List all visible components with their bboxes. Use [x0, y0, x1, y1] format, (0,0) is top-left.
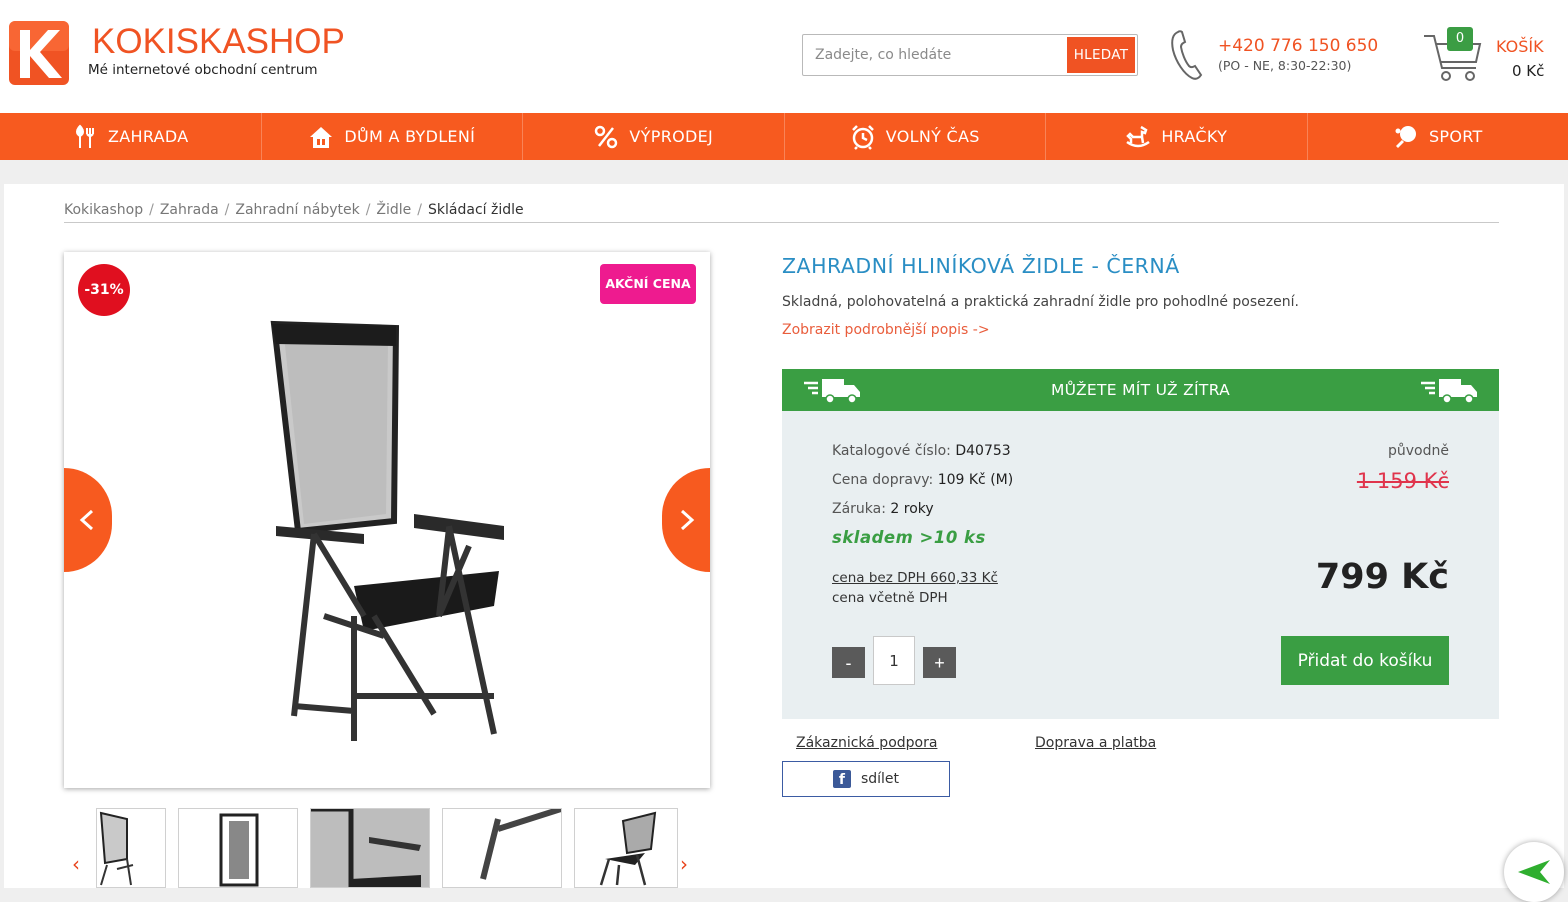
shipping-label: Cena dopravy: — [832, 472, 933, 488]
search-box: HLEDAT — [802, 34, 1138, 76]
thumbnail[interactable] — [442, 808, 562, 888]
breadcrumb-separator: / — [225, 202, 230, 218]
nav-label: HRAČKY — [1161, 127, 1227, 146]
breadcrumb-divider — [64, 222, 1499, 223]
product-title: ZAHRADNÍ HLINÍKOVÁ ŽIDLE - ČERNÁ — [782, 254, 1180, 278]
alarm-clock-icon — [850, 124, 876, 150]
catalog-label: Katalogové číslo: — [832, 443, 951, 459]
phone-number[interactable]: +420 776 150 650 — [1218, 36, 1378, 56]
nav-label: VÝPRODEJ — [629, 127, 713, 146]
logo-subtitle: Mé internetové obchodní centrum — [88, 62, 318, 78]
nav-label: VOLNÝ ČAS — [886, 127, 980, 146]
facebook-icon: f — [833, 770, 851, 788]
delivery-banner: MŮŽETE MÍT UŽ ZÍTRA — [782, 369, 1499, 411]
quantity-input[interactable] — [873, 636, 915, 685]
thumbs-prev-icon[interactable]: ‹ — [72, 852, 80, 876]
gallery-prev-button[interactable] — [64, 468, 112, 572]
arrow-left-icon — [1516, 858, 1552, 886]
rocking-horse-icon — [1125, 124, 1151, 150]
cart-count-badge: 0 — [1447, 27, 1473, 51]
price-with-vat-label: cena včetně DPH — [832, 590, 948, 606]
customer-support-link[interactable]: Zákaznická podpora — [796, 735, 937, 751]
breadcrumb-item[interactable]: Židle — [376, 202, 411, 218]
breadcrumb-separator: / — [417, 202, 422, 218]
breadcrumb-separator: / — [149, 202, 154, 218]
price-box: Katalogové číslo: D40753 Cena dopravy: 1… — [782, 411, 1499, 719]
share-label: sdílet — [861, 771, 899, 787]
product-image[interactable] — [254, 316, 554, 746]
truck-icon — [1419, 375, 1479, 405]
delivery-banner-text: MŮŽETE MÍT UŽ ZÍTRA — [1051, 381, 1230, 399]
shipping-value: 109 Kč (M) — [938, 472, 1014, 488]
current-price: 799 Kč — [1316, 557, 1449, 597]
nav-item-volny-cas[interactable]: VOLNÝ ČAS — [785, 113, 1047, 160]
product-short-description: Skladná, polohovatelná a praktická zahra… — [782, 294, 1299, 310]
warranty-label: Záruka: — [832, 501, 886, 517]
breadcrumb-item[interactable]: Zahrada — [160, 202, 219, 218]
gallery-next-button[interactable] — [662, 468, 710, 572]
warranty-value: 2 roky — [890, 501, 933, 517]
thumbs-next-icon[interactable]: › — [680, 852, 688, 876]
action-price-badge: AKČNÍ CENA — [600, 264, 696, 304]
logo-icon[interactable] — [8, 20, 70, 86]
nav-item-vyprodej[interactable]: VÝPRODEJ — [523, 113, 785, 160]
phone-hours: (PO - NE, 8:30-22:30) — [1218, 58, 1351, 73]
breadcrumb-item[interactable]: Zahradní nábytek — [235, 202, 359, 218]
stock-status: skladem >10 ks — [832, 528, 986, 547]
nav-item-hracky[interactable]: HRAČKY — [1046, 113, 1308, 160]
search-input[interactable] — [803, 35, 1065, 75]
original-price-label: původně — [1388, 443, 1449, 459]
delivery-payment-link[interactable]: Doprava a platba — [1035, 735, 1156, 751]
header: KOKISKASHOP Mé internetové obchodní cent… — [0, 0, 1568, 113]
chevron-left-icon — [76, 508, 100, 532]
main-nav: ZAHRADA DŮM A BYDLENÍ VÝPRODEJ VOLNÝ ČAS… — [0, 113, 1568, 160]
chevron-right-icon — [674, 508, 698, 532]
thumbnail-strip: ‹ › — [64, 808, 710, 888]
nav-label: SPORT — [1429, 127, 1483, 146]
thumbnail[interactable] — [310, 808, 430, 888]
add-to-cart-button[interactable]: Přidat do košíku — [1281, 636, 1449, 685]
breadcrumb: Kokikashop / Zahrada / Zahradní nábytek … — [64, 202, 524, 218]
floating-back-button[interactable] — [1504, 842, 1564, 902]
nav-label: DŮM A BYDLENÍ — [344, 127, 475, 146]
quantity-increase-button[interactable]: + — [923, 647, 956, 678]
house-icon — [308, 124, 334, 150]
phone-icon — [1168, 28, 1208, 82]
search-button[interactable]: HLEDAT — [1067, 37, 1135, 73]
price-without-vat[interactable]: cena bez DPH 660,33 Kč — [832, 570, 998, 586]
cart-total: 0 Kč — [1512, 62, 1544, 80]
nav-item-sport[interactable]: SPORT — [1308, 113, 1568, 160]
more-description-link[interactable]: Zobrazit podrobnější popis -> — [782, 322, 990, 338]
warranty: Záruka: 2 roky — [832, 501, 934, 517]
product-gallery: -31% AKČNÍ CENA — [64, 252, 710, 788]
discount-badge: -31% — [78, 264, 130, 316]
garden-tools-icon — [72, 124, 98, 150]
nav-item-zahrada[interactable]: ZAHRADA — [0, 113, 262, 160]
percent-icon — [593, 124, 619, 150]
product-page: Kokikashop / Zahrada / Zahradní nábytek … — [4, 184, 1564, 888]
thumbnail[interactable] — [178, 808, 298, 888]
breadcrumb-current: Skládací židle — [428, 202, 524, 218]
catalog-number: Katalogové číslo: D40753 — [832, 443, 1011, 459]
nav-label: ZAHRADA — [108, 127, 188, 146]
thumbnail[interactable] — [574, 808, 678, 888]
cart-label[interactable]: KOŠÍK — [1496, 37, 1544, 56]
catalog-value: D40753 — [955, 443, 1010, 459]
quantity-decrease-button[interactable]: - — [832, 647, 865, 678]
original-price: 1 159 Kč — [1357, 469, 1449, 493]
nav-item-dum-a-bydleni[interactable]: DŮM A BYDLENÍ — [262, 113, 524, 160]
shipping-price: Cena dopravy: 109 Kč (M) — [832, 472, 1013, 488]
ping-pong-icon — [1393, 124, 1419, 150]
breadcrumb-item[interactable]: Kokikashop — [64, 202, 143, 218]
thumbnail[interactable] — [96, 808, 166, 888]
logo-title[interactable]: KOKISKASHOP — [92, 22, 345, 62]
facebook-share-button[interactable]: f sdílet — [782, 761, 950, 797]
truck-icon — [802, 375, 862, 405]
breadcrumb-separator: / — [366, 202, 371, 218]
